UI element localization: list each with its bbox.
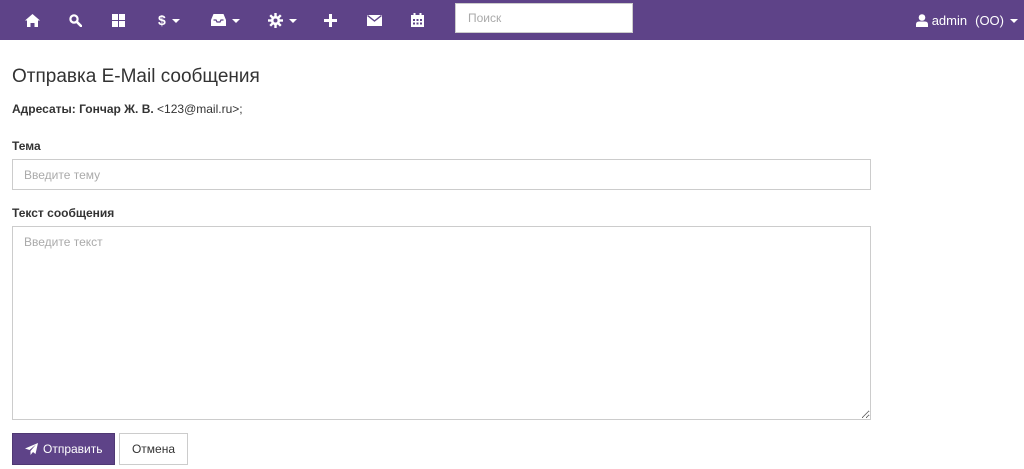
send-button[interactable]: Отправить <box>12 433 115 465</box>
inbox-icon <box>211 14 226 26</box>
subject-label: Тема <box>12 139 41 153</box>
dashboard-icon[interactable] <box>112 0 125 40</box>
recipient-email: <123@mail.ru>; <box>157 102 243 116</box>
message-label: Текст сообщения <box>12 206 115 220</box>
send-button-label: Отправить <box>43 442 103 456</box>
chevron-down-icon <box>289 19 297 23</box>
chevron-down-icon <box>232 19 240 23</box>
cancel-button[interactable]: Отмена <box>119 433 188 465</box>
home-icon[interactable] <box>25 0 40 40</box>
recipients-line: Адресаты: Гончар Ж. В. <123@mail.ru>; <box>12 102 243 116</box>
dollar-icon: $ <box>158 12 166 28</box>
top-navbar: $ admin (OO) <box>0 0 1024 40</box>
user-name: admin <box>931 12 968 28</box>
settings-menu[interactable] <box>268 0 297 40</box>
user-menu[interactable]: admin (OO) <box>915 0 1018 40</box>
cancel-button-label: Отмена <box>131 442 176 456</box>
recipients-label: Адресаты: <box>12 102 76 116</box>
subject-input[interactable] <box>12 159 871 190</box>
user-org: (OO) <box>975 12 1004 28</box>
recipient-name: Гончар Ж. В. <box>79 102 154 116</box>
search-icon[interactable] <box>69 0 82 40</box>
page-title: Отправка E-Mail сообщения <box>12 66 260 87</box>
chevron-down-icon <box>1010 19 1018 23</box>
send-icon <box>25 443 38 455</box>
inbox-menu[interactable] <box>211 0 240 40</box>
calendar-icon[interactable] <box>411 0 424 40</box>
plus-icon[interactable] <box>324 0 337 40</box>
message-textarea[interactable] <box>12 226 871 420</box>
envelope-icon[interactable] <box>367 0 382 40</box>
finance-menu[interactable]: $ <box>158 0 180 40</box>
user-icon <box>915 13 928 27</box>
gear-icon <box>268 12 283 28</box>
chevron-down-icon <box>171 19 180 23</box>
search-input[interactable] <box>455 3 633 33</box>
